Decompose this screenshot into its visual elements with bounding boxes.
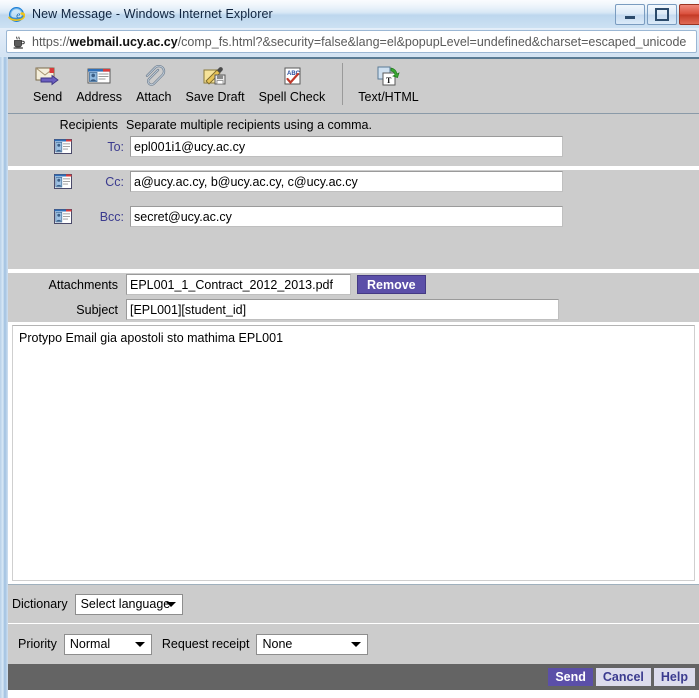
minimize-icon <box>625 16 635 19</box>
to-input[interactable]: epl001i1@ucy.ac.cy <box>130 136 563 157</box>
message-body-textarea[interactable]: Protypo Email gia apostoli sto mathima E… <box>12 325 695 581</box>
to-label: To: <box>107 139 124 154</box>
bcc-input[interactable]: secret@ucy.ac.cy <box>130 206 563 227</box>
attachments-row: Attachments EPL001_1_Contract_2012_2013.… <box>8 274 426 295</box>
dictionary-selected-value: Select language <box>80 597 171 611</box>
subject-label: Subject <box>76 302 118 317</box>
dictionary-select[interactable]: Select language <box>74 593 183 615</box>
priority-select[interactable]: Normal <box>63 633 152 655</box>
remove-attachment-button[interactable]: Remove <box>357 275 426 294</box>
abc-checkmark-icon: ABC <box>278 63 306 89</box>
svg-text:e: e <box>16 10 20 20</box>
toolbar-button-attach[interactable]: Attach <box>129 59 178 104</box>
address-book-icon[interactable] <box>54 209 72 224</box>
recipients-hint: Separate multiple recipients using a com… <box>126 118 372 132</box>
send-envelope-arrow-icon <box>34 63 62 89</box>
text-html-toggle-icon: T <box>374 63 402 89</box>
address-book-icon[interactable] <box>54 139 72 154</box>
toolbar-separator <box>342 63 344 105</box>
url-suffix: /comp_fs.html?&security=false&lang=el&po… <box>177 34 687 49</box>
url-domain: webmail.ucy.ac.cy <box>69 34 178 49</box>
subject-input[interactable]: [EPL001][student_id] <box>126 299 559 320</box>
recipients-label: Recipients <box>59 118 118 132</box>
toolbar-button-text-html[interactable]: T Text/HTML <box>351 59 425 104</box>
toolbar-label: Text/HTML <box>358 90 419 104</box>
priority-bar: Priority Normal Request receipt None <box>8 624 699 664</box>
priority-selected-value: Normal <box>69 637 111 651</box>
minimize-button[interactable] <box>615 4 645 25</box>
window-left-frame <box>0 57 8 698</box>
toolbar-button-spell-check[interactable]: ABC Spell Check <box>252 59 333 104</box>
window-title: New Message - Windows Internet Explorer <box>32 7 273 21</box>
toolbar-label: Attach <box>136 90 172 104</box>
dictionary-label: Dictionary <box>12 597 68 611</box>
to-row: To: epl001i1@ucy.ac.cy <box>8 136 563 157</box>
recipients-row: Recipients Separate multiple recipients … <box>8 118 568 132</box>
attachments-label: Attachments <box>48 277 118 292</box>
bcc-label: Bcc: <box>99 209 124 224</box>
address-book-icon[interactable] <box>54 174 72 189</box>
bcc-row: Bcc: secret@ucy.ac.cy <box>8 206 563 227</box>
subject-row: Subject [EPL001][student_id] <box>8 299 559 320</box>
chevron-down-icon <box>351 642 362 647</box>
cc-row: Cc: a@ucy.ac.cy, b@ucy.ac.cy, c@ucy.ac.c… <box>8 171 563 192</box>
chevron-down-icon <box>165 602 176 607</box>
toolbar-label: Address <box>76 90 123 104</box>
priority-label: Priority <box>18 637 57 651</box>
request-receipt-label: Request receipt <box>161 637 250 651</box>
java-coffee-icon <box>11 34 27 50</box>
form-divider-1 <box>8 166 699 170</box>
send-button[interactable]: Send <box>548 668 593 686</box>
url-prefix: https:// <box>32 34 70 49</box>
pencil-floppy-disk-icon <box>201 63 229 89</box>
compose-toolbar: Send Address Attach Save Draft ABC Spell… <box>8 57 699 114</box>
cancel-button[interactable]: Cancel <box>595 668 651 686</box>
message-body-area: Protypo Email gia apostoli sto mathima E… <box>8 322 699 584</box>
url-input[interactable]: https://webmail.ucy.ac.cy/comp_fs.html?&… <box>6 30 697 53</box>
maximize-button[interactable] <box>647 4 677 25</box>
help-button[interactable]: Help <box>653 668 695 686</box>
close-button[interactable] <box>679 4 699 25</box>
chevron-down-icon <box>134 642 145 647</box>
internet-explorer-icon: e <box>8 6 26 23</box>
maximize-icon <box>655 8 669 21</box>
toolbar-label: Send <box>33 90 63 104</box>
page-bottom-filler <box>8 690 699 698</box>
dictionary-bar: Dictionary Select language <box>8 584 699 624</box>
cc-input[interactable]: a@ucy.ac.cy, b@ucy.ac.cy, c@ucy.ac.cy <box>130 171 563 192</box>
compose-page: Send Address Attach Save Draft ABC Spell… <box>8 57 699 698</box>
window-controls <box>615 4 699 25</box>
action-bar: Send Cancel Help <box>8 664 699 690</box>
toolbar-button-address[interactable]: Address <box>69 59 129 104</box>
paperclip-icon <box>140 63 168 89</box>
request-receipt-selected-value: None <box>262 637 293 651</box>
address-book-card-icon <box>85 63 113 89</box>
toolbar-button-save-draft[interactable]: Save Draft <box>179 59 252 104</box>
address-bar: https://webmail.ucy.ac.cy/comp_fs.html?&… <box>0 28 699 56</box>
request-receipt-select[interactable]: None <box>256 633 369 655</box>
toolbar-label: Spell Check <box>258 90 326 104</box>
svg-text:T: T <box>386 76 392 85</box>
url-text: https://webmail.ucy.ac.cy/comp_fs.html?&… <box>32 35 686 49</box>
title-bar: e New Message - Windows Internet Explore… <box>0 0 699 28</box>
attachment-item[interactable]: EPL001_1_Contract_2012_2013.pdf <box>126 274 351 295</box>
toolbar-button-send[interactable]: Send <box>26 59 69 104</box>
toolbar-label: Save Draft <box>185 90 245 104</box>
form-divider-2 <box>8 269 699 273</box>
compose-form: Recipients Separate multiple recipients … <box>8 114 699 322</box>
screenshot-root: e New Message - Windows Internet Explore… <box>0 0 699 698</box>
cc-label: Cc: <box>105 174 124 189</box>
internet-explorer-window: e New Message - Windows Internet Explore… <box>0 0 699 698</box>
